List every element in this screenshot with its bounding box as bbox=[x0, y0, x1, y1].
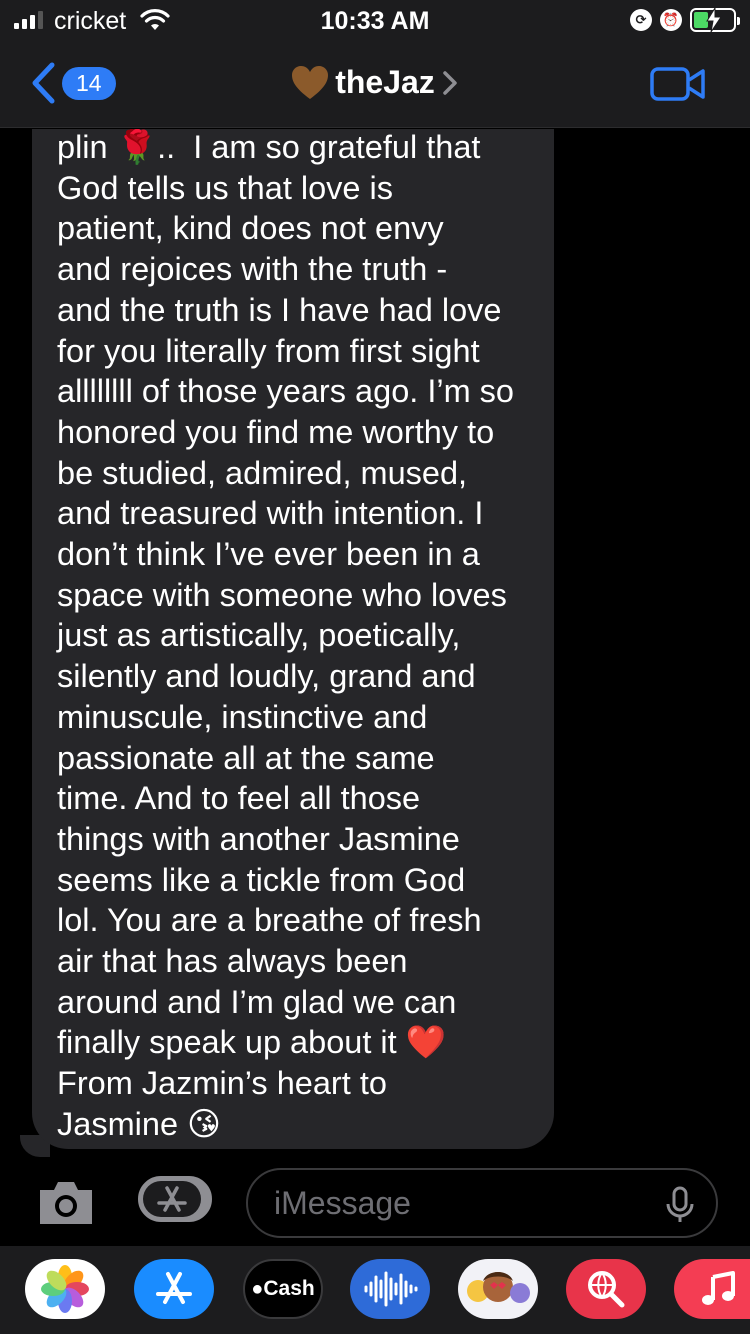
memoji-icon bbox=[467, 1272, 530, 1303]
message-text: plin 🌹.. I am so grateful that God tells… bbox=[57, 129, 514, 1142]
photos-app-button[interactable] bbox=[25, 1259, 105, 1319]
video-call-button[interactable] bbox=[650, 66, 706, 107]
orientation-lock-icon: ⟳ bbox=[630, 9, 652, 31]
camera-icon bbox=[40, 1182, 92, 1224]
apple-cash-label: Cash bbox=[263, 1277, 315, 1300]
music-app-button[interactable] bbox=[674, 1259, 750, 1319]
music-note-icon bbox=[702, 1271, 735, 1305]
contact-details-button[interactable]: theJaz bbox=[0, 64, 750, 101]
imessage-input[interactable] bbox=[246, 1168, 718, 1238]
alarm-icon: ⏰ bbox=[660, 9, 682, 31]
imessage-app-drawer: ● Cash bbox=[0, 1246, 750, 1334]
memoji-app-button[interactable] bbox=[458, 1259, 538, 1319]
audio-app-button[interactable] bbox=[350, 1259, 430, 1319]
app-store-app-button[interactable] bbox=[134, 1259, 214, 1319]
camera-button[interactable] bbox=[36, 1178, 96, 1231]
contact-name: theJaz bbox=[335, 64, 435, 100]
photos-icon bbox=[41, 1265, 89, 1313]
image-search-app-button[interactable] bbox=[566, 1259, 646, 1319]
dictation-button[interactable] bbox=[664, 1186, 696, 1229]
compose-bar bbox=[0, 1160, 750, 1246]
audio-waveform-icon bbox=[364, 1271, 418, 1307]
app-store-icon bbox=[157, 1186, 187, 1212]
status-bar: cricket 10:33 AM ⟳ ⏰ bbox=[0, 0, 750, 42]
chevron-right-icon bbox=[443, 70, 457, 95]
apple-cash-button[interactable]: ● Cash bbox=[243, 1259, 323, 1319]
battery-icon bbox=[690, 8, 740, 32]
image-search-icon bbox=[588, 1271, 625, 1308]
video-camera-icon bbox=[650, 67, 705, 101]
app-store-icon bbox=[156, 1272, 192, 1304]
apple-logo-icon: ● bbox=[251, 1277, 264, 1300]
brown-heart-icon bbox=[292, 65, 329, 99]
apps-button[interactable] bbox=[138, 1176, 212, 1222]
microphone-icon bbox=[666, 1186, 694, 1222]
conversation-header: 14 theJaz bbox=[0, 42, 750, 128]
message-list[interactable]: plin 🌹.. I am so grateful that God tells… bbox=[0, 129, 750, 1160]
